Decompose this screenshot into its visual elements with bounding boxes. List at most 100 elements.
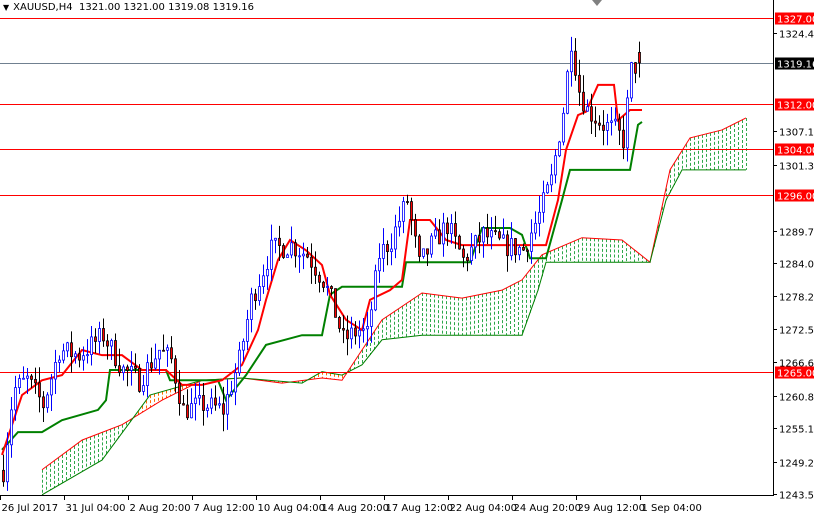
candle-body bbox=[226, 394, 229, 415]
time-tick-label: 17 Aug 12:00 bbox=[386, 503, 453, 514]
candle-body bbox=[418, 235, 421, 257]
candle-body bbox=[338, 316, 341, 329]
candle-body bbox=[566, 71, 569, 114]
candle-body bbox=[314, 266, 317, 276]
price-tick-label: 1272.50 bbox=[779, 326, 814, 337]
time-axis[interactable]: 26 Jul 2017 31 Jul 04:00 2 Aug 20:00 7 Aug … bbox=[0, 496, 702, 514]
ohlc-close: 1319.16 bbox=[212, 2, 254, 13]
candle-body bbox=[522, 247, 525, 251]
candle-body bbox=[218, 403, 221, 406]
candle-body bbox=[294, 242, 297, 257]
level-label: 1265.00 bbox=[777, 369, 814, 380]
candle-body bbox=[270, 239, 273, 270]
price-tick-label: 1243.55 bbox=[779, 491, 814, 502]
candle-body bbox=[562, 112, 565, 143]
candle-body bbox=[50, 378, 53, 396]
price-chart[interactable]: 1324.40 1307.15 1301.30 1289.75 1284.05 1278.… bbox=[0, 0, 814, 514]
chart-shift-marker-icon[interactable] bbox=[592, 0, 602, 6]
price-tick-label: 1289.75 bbox=[779, 228, 814, 239]
candle-body bbox=[190, 403, 193, 419]
price-axis[interactable]: 1324.40 1307.15 1301.30 1289.75 1284.05 1278.… bbox=[774, 12, 814, 502]
candle-body bbox=[38, 382, 41, 398]
candle-body bbox=[106, 340, 109, 347]
kijun-sen-line bbox=[1, 121, 643, 451]
candle-body bbox=[182, 403, 185, 406]
candle-body bbox=[306, 253, 309, 258]
candle-body bbox=[458, 235, 461, 250]
candle-body bbox=[622, 129, 625, 149]
candle-body bbox=[494, 230, 497, 233]
candle-body bbox=[298, 255, 301, 258]
candle-body bbox=[14, 387, 17, 411]
candle-body bbox=[62, 350, 65, 361]
candle-body bbox=[194, 397, 197, 404]
candle-body bbox=[262, 275, 265, 287]
senkou-span-a-line bbox=[41, 117, 747, 471]
candle-body bbox=[278, 237, 281, 246]
time-tick-label: 22 Aug 04:00 bbox=[450, 503, 517, 514]
candle-body bbox=[154, 358, 157, 369]
candle-body bbox=[82, 355, 85, 361]
candle-body bbox=[482, 227, 485, 243]
candle-body bbox=[46, 394, 49, 409]
candle-body bbox=[426, 248, 429, 255]
candle-body bbox=[98, 328, 101, 342]
candle-body bbox=[206, 407, 209, 411]
candle-body bbox=[214, 397, 217, 406]
price-tick-label: 1249.25 bbox=[779, 459, 814, 470]
candle-body bbox=[266, 268, 269, 277]
candle-body bbox=[474, 235, 477, 248]
candle-body bbox=[406, 201, 409, 203]
candle-body bbox=[22, 377, 25, 380]
candle-body bbox=[6, 444, 9, 483]
candle-body bbox=[370, 309, 373, 327]
symbol-timeframe: XAUUSD,H4 bbox=[13, 2, 73, 13]
candle-body bbox=[330, 286, 333, 289]
candle-body bbox=[470, 246, 473, 262]
tenkan-sen-line bbox=[1, 83, 642, 456]
candle-body bbox=[122, 366, 125, 374]
dropdown-triangle-icon[interactable]: ▼ bbox=[3, 3, 9, 12]
candle-body bbox=[322, 281, 325, 288]
candle-body bbox=[222, 403, 225, 415]
candle-body bbox=[550, 174, 553, 186]
price-tick-label: 1278.20 bbox=[779, 293, 814, 304]
candle-body bbox=[42, 396, 45, 409]
candle-body bbox=[250, 293, 253, 320]
time-tick-label: 7 Aug 12:00 bbox=[194, 503, 255, 514]
candle-body bbox=[514, 238, 517, 256]
candle-body bbox=[390, 248, 393, 253]
price-tick-label: 1255.10 bbox=[779, 425, 814, 436]
candle-body bbox=[442, 222, 445, 245]
level-label: 1304.00 bbox=[777, 146, 814, 157]
candle-body bbox=[246, 319, 249, 342]
candle-body bbox=[538, 211, 541, 224]
candle-body bbox=[358, 329, 361, 337]
candle-body bbox=[478, 235, 481, 243]
candle-body bbox=[274, 237, 277, 241]
candle-body bbox=[350, 327, 353, 340]
candle-body bbox=[230, 391, 233, 395]
candle-body bbox=[590, 106, 593, 122]
candle-body bbox=[134, 365, 137, 369]
candle-body bbox=[630, 62, 633, 99]
ohlc-high: 1321.00 bbox=[123, 2, 165, 13]
candle-body bbox=[302, 253, 305, 257]
price-tick-label: 1307.15 bbox=[779, 128, 814, 139]
candle-body bbox=[574, 50, 577, 76]
candle-body bbox=[334, 288, 337, 318]
candle-body bbox=[446, 222, 449, 235]
candle-body bbox=[382, 244, 385, 259]
time-tick-label: 24 Aug 20:00 bbox=[514, 503, 581, 514]
candle-body bbox=[318, 274, 321, 283]
candle-body bbox=[238, 349, 241, 374]
candle-body bbox=[526, 249, 529, 252]
candle-body bbox=[518, 247, 521, 256]
candle-body bbox=[578, 74, 581, 93]
candle-body bbox=[286, 254, 289, 258]
candle-body bbox=[502, 234, 505, 239]
candle-body bbox=[170, 347, 173, 360]
ichimoku-lines bbox=[1, 83, 643, 456]
candle-body bbox=[546, 184, 549, 194]
candle-body bbox=[462, 248, 465, 258]
